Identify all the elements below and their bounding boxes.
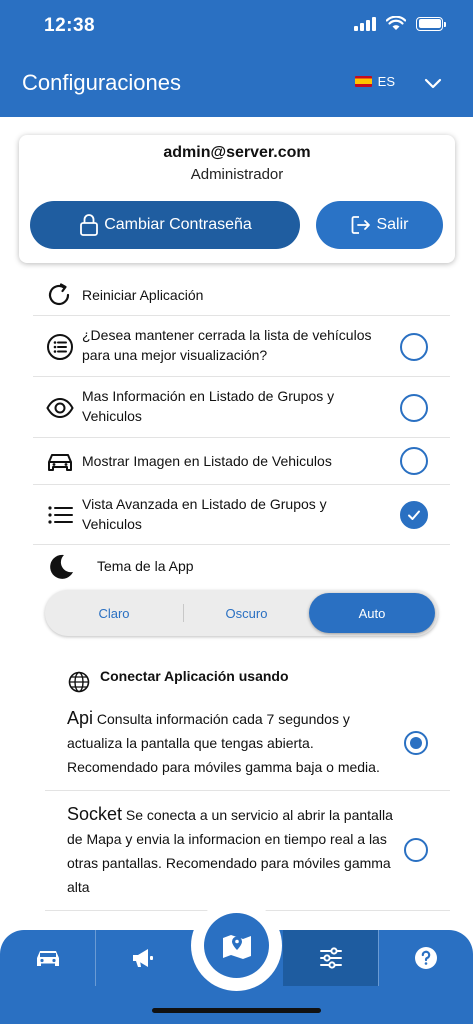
help-icon [414, 947, 437, 969]
globe-icon [68, 671, 90, 693]
collapse-list-radio[interactable] [400, 333, 428, 361]
battery-icon [416, 16, 446, 31]
connection-title: Conectar Aplicación usando [100, 668, 289, 684]
theme-option-auto[interactable]: Auto [309, 593, 435, 633]
theme-segmented-control: Claro Oscuro Auto [45, 590, 438, 636]
advanced-view-label: Vista Avanzada en Listado de Grupos y Ve… [82, 496, 327, 532]
theme-option-oscuro[interactable]: Oscuro [184, 590, 309, 636]
api-description: Consulta información cada 7 segundos y a… [67, 711, 380, 775]
socket-radio[interactable] [404, 838, 428, 862]
more-info-label: Mas Información en Listado de Grupos y V… [82, 388, 335, 424]
socket-name: Socket [67, 804, 123, 824]
list-icon [48, 506, 73, 524]
page-title: Configuraciones [22, 70, 181, 95]
account-card: admin@server.com Administrador Cambiar C… [19, 135, 455, 263]
collapse-list-row[interactable]: ¿Desea mantener cerrada la lista de vehí… [33, 316, 450, 377]
nav-settings[interactable] [283, 930, 378, 986]
more-info-radio[interactable] [400, 394, 428, 422]
logout-button[interactable]: Salir [316, 201, 443, 249]
restart-app-row[interactable]: Reiniciar Aplicación [33, 275, 450, 316]
signal-icon [354, 16, 376, 31]
api-option[interactable]: Api Consulta información cada 7 segundos… [67, 706, 395, 779]
top-bar: 12:38 Configuraciones ES [0, 0, 473, 117]
list-circle-icon [47, 334, 73, 360]
theme-label: Tema de la App [97, 558, 194, 574]
socket-option[interactable]: Socket Se conecta a un servicio al abrir… [67, 802, 395, 899]
map-icon [222, 934, 251, 959]
api-radio[interactable] [404, 731, 428, 755]
eye-icon [46, 397, 74, 419]
spain-flag-icon [354, 76, 372, 87]
nav-help[interactable] [378, 930, 473, 986]
change-password-button[interactable]: Cambiar Contraseña [30, 201, 300, 249]
advanced-view-checkbox[interactable] [400, 501, 428, 529]
logout-icon [352, 216, 371, 234]
megaphone-icon [132, 949, 153, 967]
nav-map-button[interactable] [204, 913, 269, 978]
change-password-label: Cambiar Contraseña [104, 216, 252, 233]
status-icons [354, 16, 446, 31]
status-time: 12:38 [44, 15, 96, 36]
sliders-icon [319, 947, 342, 969]
api-name: Api [67, 708, 94, 728]
show-image-radio[interactable] [400, 447, 428, 475]
wifi-icon [386, 16, 406, 30]
nav-vehicles[interactable] [0, 930, 95, 986]
restart-app-label: Reiniciar Aplicación [82, 287, 204, 303]
more-info-row[interactable]: Mas Información en Listado de Grupos y V… [33, 377, 450, 438]
home-indicator [152, 1008, 321, 1013]
moon-icon [50, 554, 73, 579]
show-image-row[interactable]: Mostrar Imagen en Listado de Vehiculos [33, 438, 450, 485]
restart-icon [48, 283, 70, 306]
language-selector[interactable]: ES [354, 74, 395, 89]
chevron-down-icon[interactable] [423, 76, 443, 90]
check-icon [408, 510, 420, 520]
nav-announcements[interactable] [95, 930, 190, 986]
show-image-label: Mostrar Imagen en Listado de Vehiculos [82, 453, 332, 469]
car-icon [48, 454, 72, 471]
account-role: Administrador [190, 166, 284, 183]
connection-divider [45, 790, 450, 791]
logout-label: Salir [376, 216, 409, 233]
collapse-list-label: ¿Desea mantener cerrada la lista de vehí… [82, 327, 372, 363]
account-email: admin@server.com [163, 144, 311, 161]
car-icon [36, 951, 59, 966]
theme-option-claro[interactable]: Claro [45, 590, 183, 636]
advanced-view-row[interactable]: Vista Avanzada en Listado de Grupos y Ve… [33, 485, 450, 545]
lock-icon [80, 214, 99, 236]
radio-dot [410, 737, 422, 749]
language-code: ES [377, 74, 395, 89]
